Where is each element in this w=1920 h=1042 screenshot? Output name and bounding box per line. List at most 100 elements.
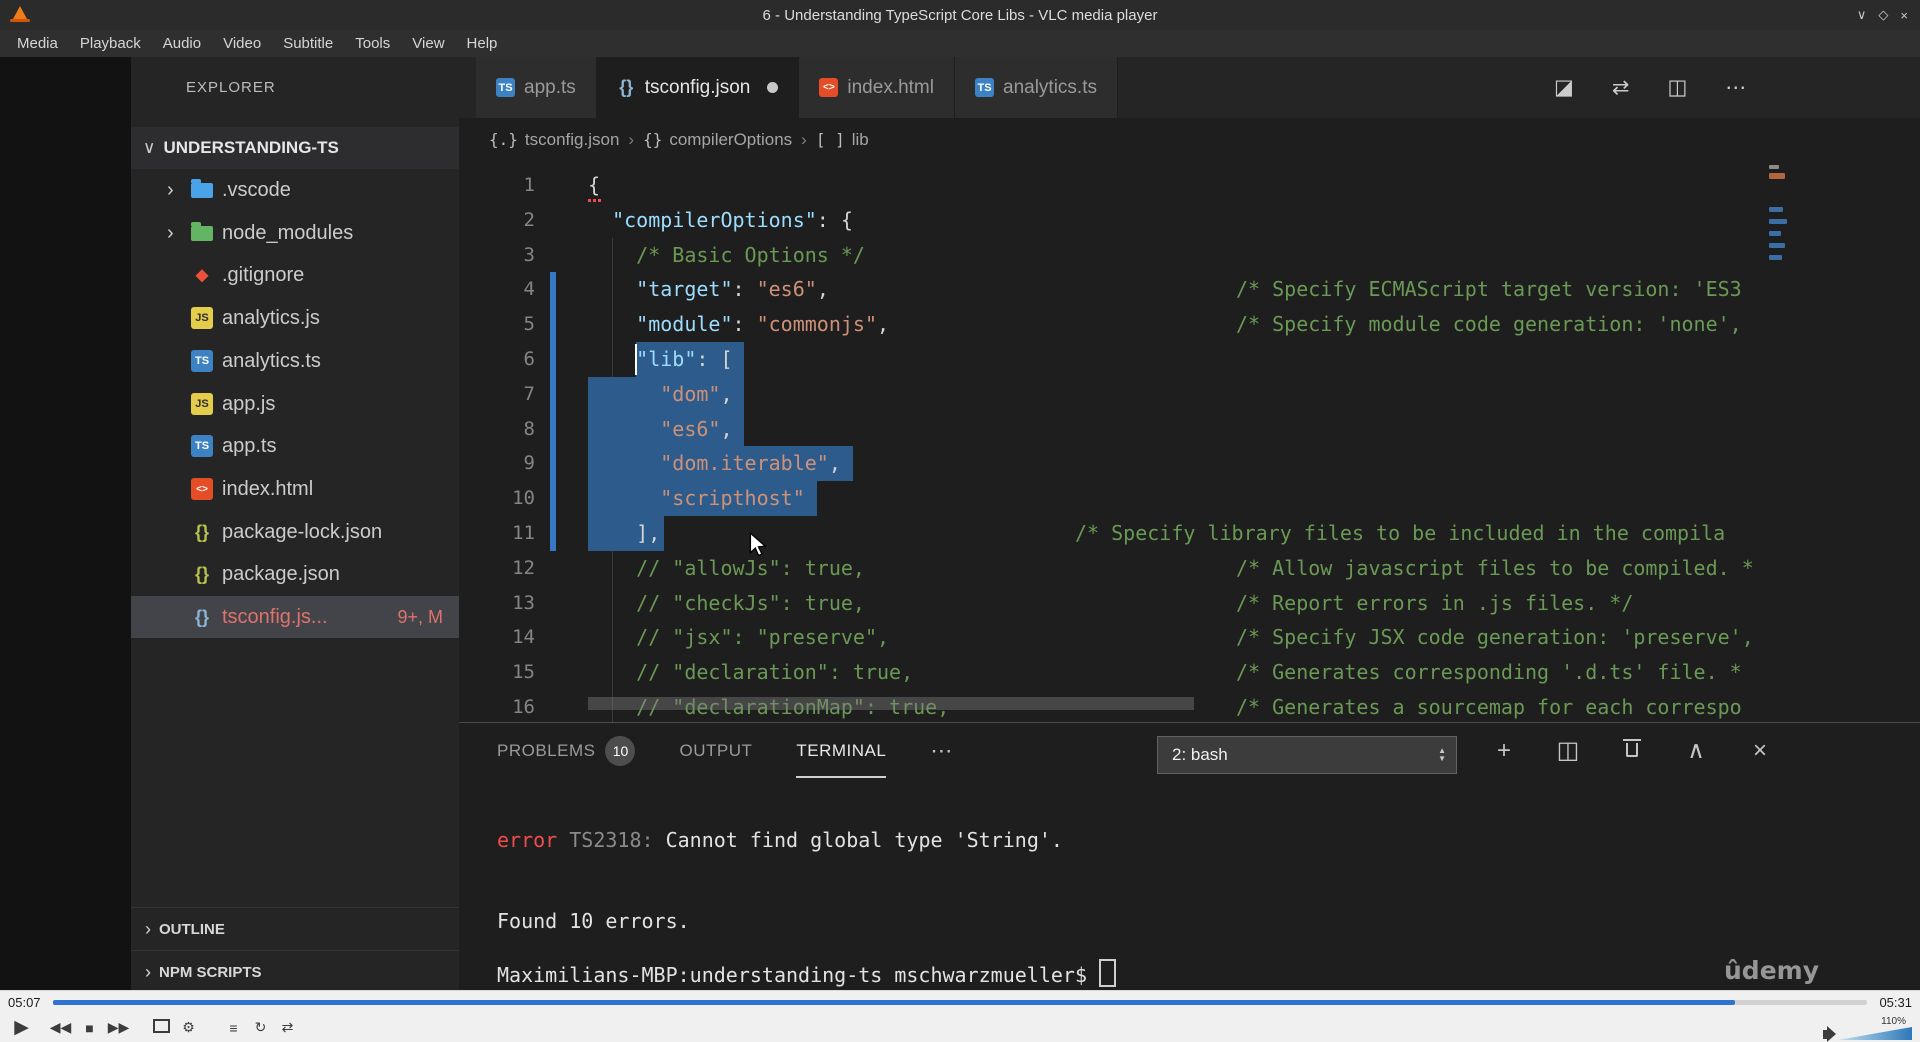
sidebar-item-analytics-js[interactable]: JS analytics.js [131,297,459,339]
more-actions-icon[interactable]: ⋯ [1725,75,1746,100]
random-button[interactable]: ⇄ [274,1019,301,1036]
code-line-11[interactable]: 11 ], /* Specify library files to be incl… [459,516,1920,551]
workspace-root-row[interactable]: ∨ UNDERSTANDING-TS [131,127,459,169]
line-number: 16 [512,696,535,718]
minimap-mark [1769,255,1782,260]
html-icon: <> [191,478,213,500]
tab-tsconfig-json[interactable]: {} tsconfig.json [596,57,800,118]
compare-icon[interactable]: ⇄ [1612,75,1630,100]
code-text: "target": "es6", [636,277,829,301]
terminal-output[interactable]: error TS2318: Cannot find global type 'S… [497,723,1920,991]
section-npm-scripts[interactable]: › NPM SCRIPTS [131,950,459,993]
trailing-comment: /* Specify JSX code generation: 'preserv… [1236,625,1754,649]
code-editor[interactable]: 1{2 "compilerOptions": {3 /* Basic Optio… [459,161,1920,722]
extended-settings-button[interactable]: ⚙ [175,1019,202,1036]
sidebar-item-node-modules[interactable]: › node_modules [131,212,459,254]
code-line-1[interactable]: 1{ [459,168,1920,203]
menu-video[interactable]: Video [212,30,272,57]
line-number: 9 [523,452,535,474]
code-text: { [588,173,601,197]
horizontal-scrollbar[interactable] [588,697,1194,710]
html-icon: <> [819,78,839,97]
file-label: .gitignore [222,263,305,286]
modified-badge: 9+, M [397,606,443,627]
code-line-15[interactable]: 15 // "declaration": true, /* Generates c… [459,655,1920,690]
open-changes-icon[interactable]: ◪ [1554,75,1574,100]
tab-analytics-ts[interactable]: TS analytics.ts [955,57,1118,118]
text-cursor [635,344,637,375]
code-line-3[interactable]: 3 /* Basic Options */ [459,238,1920,273]
stop-button[interactable]: ■ [76,1020,103,1036]
js-icon: JS [191,393,213,415]
udemy-watermark: ûdemy [1724,956,1819,985]
playlist-button[interactable]: ≡ [220,1020,247,1036]
code-text: /* Basic Options */ [588,243,865,267]
code-line-2[interactable]: 2 "compilerOptions": { [459,203,1920,238]
minimap[interactable] [1767,161,1791,722]
menu-media[interactable]: Media [6,30,69,57]
minimize-icon[interactable]: ∨ [1857,7,1867,23]
section-outline[interactable]: › OUTLINE [131,907,459,950]
breadcrumb-item-lib[interactable]: [ ] lib [816,130,869,150]
close-icon[interactable]: × [1900,8,1908,23]
mouse-pointer-icon [745,531,771,562]
line-number: 6 [523,348,535,370]
next-button[interactable]: ▶▶ [105,1019,132,1036]
line-number: 2 [523,209,535,231]
tab-app-ts[interactable]: TS app.ts [476,57,597,118]
code-text: // "jsx": "preserve", [588,625,890,649]
menu-audio[interactable]: Audio [152,30,212,57]
menu-subtitle[interactable]: Subtitle [272,30,344,57]
sidebar-item-analytics-ts[interactable]: TS analytics.ts [131,340,459,382]
tab-label: app.ts [524,76,576,98]
volume-slider[interactable]: 110% [1838,1016,1912,1042]
maximize-icon[interactable]: ◇ [1878,7,1888,23]
tab-index-html[interactable]: <> index.html [799,57,955,118]
play-button[interactable]: ▶ [8,1016,35,1039]
menu-tools[interactable]: Tools [344,30,401,57]
sidebar-item-tsconfig-js[interactable]: {} tsconfig.js... 9+, M [131,596,459,638]
section-label: NPM SCRIPTS [159,963,262,981]
breadcrumb-item-compileroptions[interactable]: {} compilerOptions [643,130,792,150]
menu-help[interactable]: Help [456,30,509,57]
file-label: package.json [222,562,340,585]
window-controls: ∨ ◇ × [1857,0,1908,30]
line-number: 4 [523,278,535,300]
code-line-10[interactable]: 10 "scripthost" [459,481,1920,516]
playback-controls: ▶ ◀◀ ■ ▶▶ ⚙ ≡ ↻ ⇄ [0,1013,1920,1042]
code-line-8[interactable]: 8 "es6", [459,412,1920,447]
code-text: // "declaration": true, [588,660,914,684]
sidebar-item-index-html[interactable]: <> index.html [131,468,459,510]
menu-view[interactable]: View [401,30,455,57]
code-line-13[interactable]: 13 // "checkJs": true, /* Report errors i… [459,586,1920,621]
sidebar-item-vscode[interactable]: › .vscode [131,169,459,211]
sidebar-item-app-ts[interactable]: TS app.ts [131,425,459,467]
minimap-mark [1769,207,1783,212]
code-line-7[interactable]: 7 "dom", [459,377,1920,412]
breadcrumb-item-tsconfig-json[interactable]: {.} tsconfig.json [489,130,619,150]
code-line-5[interactable]: 5 "module": "commonjs", /* Specify module… [459,307,1920,342]
sidebar-item-app-js[interactable]: JS app.js [131,383,459,425]
video-area[interactable]: EXPLORER ∨ UNDERSTANDING-TS › .vscode › nod… [0,57,1920,993]
sidebar-item-package-json[interactable]: {} package.json [131,553,459,595]
code-line-12[interactable]: 12 // "allowJs": true, /* Allow javascrip… [459,551,1920,586]
split-editor-icon[interactable]: ◫ [1667,75,1687,100]
unsaved-dot-icon [767,82,779,93]
minimap-mark [1769,173,1785,179]
loop-button[interactable]: ↻ [247,1019,274,1036]
seek-slider[interactable] [52,999,1868,1005]
folder-vscode-icon [191,178,213,198]
code-line-14[interactable]: 14 // "jsx": "preserve", /* Specify JSX c… [459,620,1920,655]
volume-area: 110% [1823,1013,1912,1042]
ts-icon: TS [975,78,994,97]
code-line-6[interactable]: 6 "lib": [ [459,342,1920,377]
trailing-comment: /* Generates a sourcemap for each corres… [1236,695,1742,719]
menu-playback[interactable]: Playback [69,30,152,57]
code-line-9[interactable]: 9 "dom.iterable", [459,446,1920,481]
file-label: node_modules [222,221,354,244]
sidebar-item-gitignore[interactable]: ◆ .gitignore [131,254,459,296]
previous-button[interactable]: ◀◀ [47,1019,74,1036]
sidebar-item-package-lock-json[interactable]: {} package-lock.json [131,511,459,553]
code-line-4[interactable]: 4 "target": "es6", /* Specify ECMAScript … [459,272,1920,307]
fullscreen-button[interactable] [148,1019,175,1036]
